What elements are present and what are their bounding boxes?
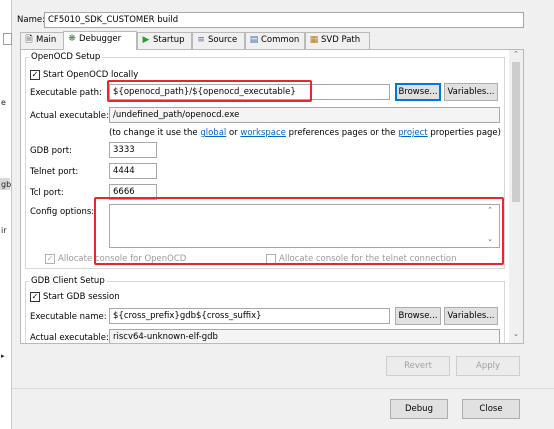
preferences-hint: (to change it use the global or workspac… (109, 127, 501, 139)
content-vertical-scrollbar[interactable]: ⌃ ⌄ (509, 50, 523, 343)
close-button[interactable]: Close (462, 399, 520, 419)
debugger-tab-content: OpenOCD Setup ✓ Start OpenOCD locally Ex… (20, 49, 524, 344)
workspace-preferences-link[interactable]: workspace (240, 128, 286, 138)
allocate-telnet-console-label: Allocate console for the telnet connecti… (279, 254, 457, 264)
play-icon: ▶ (142, 35, 150, 45)
source-icon: ≡ (197, 35, 205, 45)
tab-label: Source (208, 35, 238, 45)
executable-path-label: Executable path: (30, 88, 102, 98)
textarea-scroll-up-icon[interactable]: ⌃ (483, 206, 497, 214)
left-strip-text: ir (1, 226, 7, 235)
gdb-executable-name-input[interactable]: ${cross_prefix}gdb${cross_suffix} (109, 308, 390, 324)
debug-gear-icon: ❋ (68, 34, 76, 44)
left-strip-field[interactable] (3, 33, 12, 45)
gdb-client-title: GDB Client Setup (29, 275, 107, 287)
start-openocd-label: Start OpenOCD locally (43, 70, 139, 80)
tcl-port-label: Tcl port: (30, 188, 64, 198)
gdb-port-label: GDB port: (30, 146, 72, 156)
global-preferences-link[interactable]: global (200, 128, 226, 138)
tab-startup[interactable]: ▶ Startup (137, 32, 192, 49)
telnet-port-input[interactable]: 4444 (109, 163, 157, 179)
document-icon: 🗎 (25, 35, 33, 45)
actual-executable-label: Actual executable: (30, 111, 109, 121)
scrollbar-thumb[interactable] (512, 62, 520, 202)
openocd-setup-title: OpenOCD Setup (29, 51, 103, 63)
tab-common[interactable]: ▤ Common (245, 32, 305, 49)
tab-label: Debugger (79, 34, 122, 44)
tab-source[interactable]: ≡ Source (192, 32, 245, 49)
tcl-port-input[interactable]: 6666 (109, 184, 157, 200)
scroll-down-icon[interactable]: ⌄ (509, 330, 523, 338)
allocate-openocd-console-label: Allocate console for OpenOCD (58, 254, 187, 264)
gdb-browse-button[interactable]: Browse... (395, 307, 441, 325)
gdb-executable-name-label: Executable name: (30, 312, 107, 322)
hint-text: (to change it use the (109, 128, 198, 138)
left-panel-strip: e gb ir ▸ (0, 0, 12, 429)
tab-label: Main (36, 35, 57, 45)
name-label: Name: (17, 15, 45, 25)
tab-label: Common (261, 35, 300, 45)
openocd-browse-button[interactable]: Browse... (395, 83, 441, 101)
left-strip-text: e (1, 98, 6, 107)
window-icon: ▤ (249, 35, 259, 45)
debug-button[interactable]: Debug (390, 399, 448, 419)
gdb-port-input[interactable]: 3333 (109, 142, 157, 158)
gdb-variables-button[interactable]: Variables... (444, 307, 498, 325)
tab-label: SVD Path (321, 35, 361, 45)
start-gdb-session-checkbox[interactable]: ✓ (30, 292, 40, 302)
tab-debugger[interactable]: ❋ Debugger (63, 31, 137, 50)
config-options-label: Config options: (30, 207, 95, 217)
tab-svd-path[interactable]: ▦ SVD Path (305, 32, 370, 49)
button-bar-separator (12, 388, 554, 389)
config-options-textarea[interactable] (109, 204, 500, 248)
gdb-actual-executable-label: Actual executable: (30, 333, 109, 343)
telnet-port-label: Telnet port: (30, 167, 79, 177)
scroll-up-icon[interactable]: ⌃ (509, 50, 523, 58)
tab-main[interactable]: 🗎 Main (20, 32, 64, 49)
registers-icon: ▦ (309, 35, 319, 45)
configuration-name-input[interactable]: CF5010_SDK_CUSTOMER build (44, 12, 524, 28)
apply-button[interactable]: Apply (456, 356, 520, 376)
actual-executable-value: /undefined_path/openocd.exe (109, 107, 500, 123)
tab-label: Startup (153, 35, 185, 45)
hint-text: or (228, 128, 238, 138)
allocate-telnet-console-checkbox[interactable] (266, 254, 276, 264)
textarea-scroll-down-icon[interactable]: ⌄ (483, 235, 497, 243)
left-strip-arrow: ▸ (1, 352, 5, 360)
allocate-openocd-console-checkbox[interactable]: ✓ (45, 254, 55, 264)
start-gdb-session-label: Start GDB session (43, 292, 120, 302)
hint-text: properties page) (430, 128, 501, 138)
left-strip-text: gb (1, 180, 12, 189)
revert-button[interactable]: Revert (386, 356, 450, 376)
hint-text: preferences pages or the (288, 128, 396, 138)
start-openocd-checkbox[interactable]: ✓ (30, 70, 40, 80)
executable-path-input[interactable]: ${openocd_path}/${openocd_executable} (109, 84, 390, 100)
openocd-variables-button[interactable]: Variables... (444, 83, 498, 101)
project-properties-link[interactable]: project (398, 128, 428, 138)
gdb-actual-executable-value: riscv64-unknown-elf-gdb (109, 329, 500, 343)
